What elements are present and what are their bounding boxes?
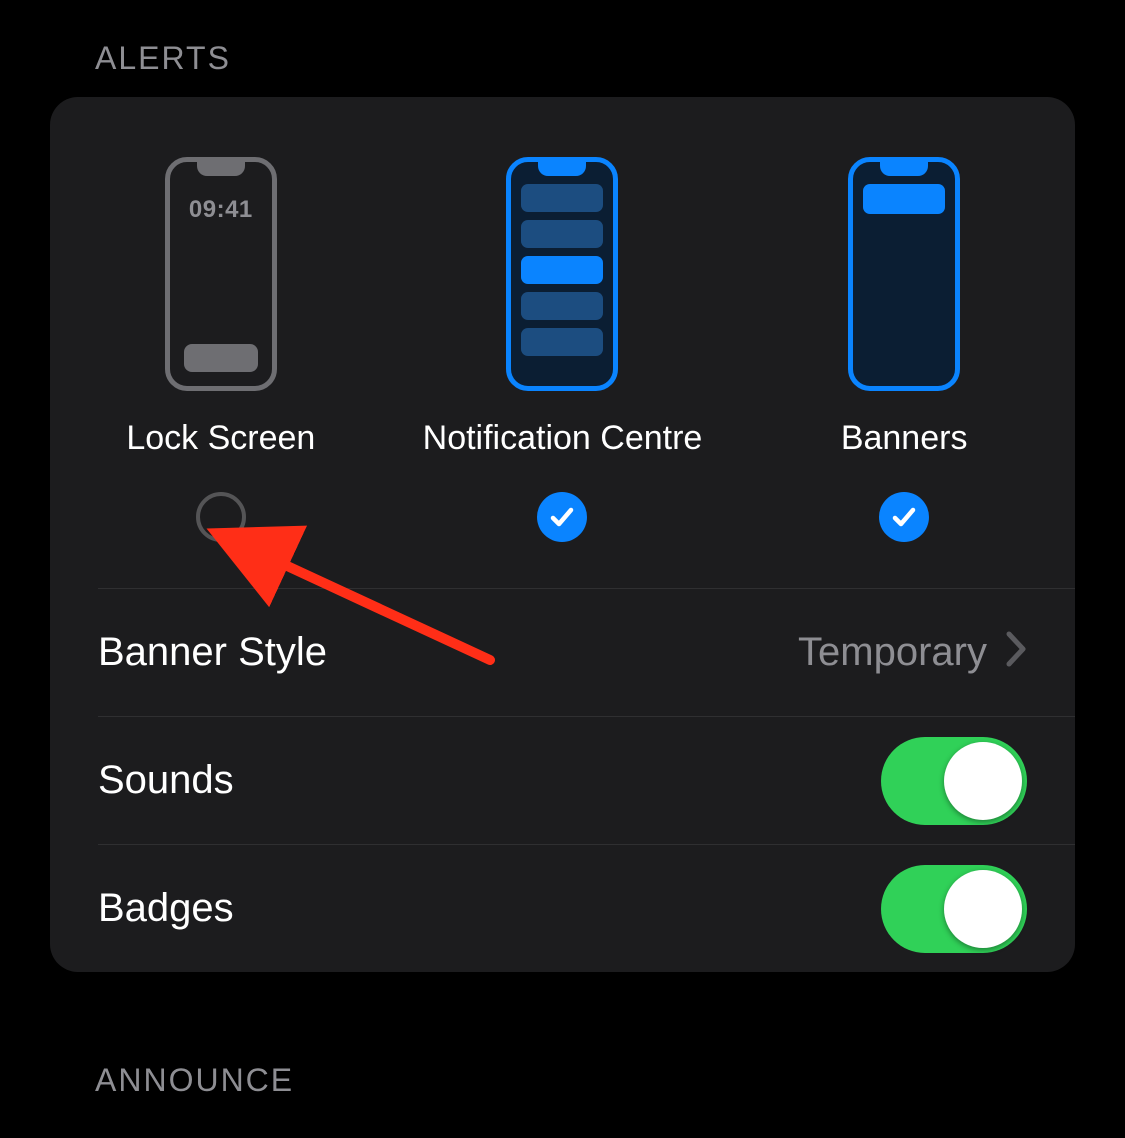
alert-option-lock-screen[interactable]: 09:41 Lock Screen [50,157,392,542]
announce-section-header: ANNOUNCE [50,972,1075,1119]
checkmark-circle-icon[interactable] [537,492,587,542]
badges-row[interactable]: Badges [98,844,1075,972]
lock-screen-time-text: 09:41 [170,196,272,224]
alert-style-selector: 09:41 Lock Screen [50,97,1075,588]
banners-phone-icon [848,157,960,391]
checkmark-circle-icon[interactable] [879,492,929,542]
notification-centre-phone-icon [506,157,618,391]
alerts-card: 09:41 Lock Screen [50,97,1075,972]
toggle-knob [944,870,1022,948]
banner-style-label: Banner Style [98,630,327,675]
banner-style-value: Temporary [798,630,987,675]
toggle-knob [944,742,1022,820]
sounds-row[interactable]: Sounds [98,716,1075,844]
alert-option-label: Banners [841,419,968,458]
alert-option-label: Lock Screen [126,419,315,458]
alerts-section-header: ALERTS [50,40,1075,97]
settings-page: ALERTS 09:41 Lock Screen [0,0,1125,1138]
banner-style-row[interactable]: Banner Style Temporary [98,588,1075,716]
chevron-right-icon [1005,630,1027,675]
banner-style-value-group: Temporary [798,630,1027,675]
badges-toggle[interactable] [881,865,1027,953]
unchecked-circle-icon[interactable] [196,492,246,542]
lock-screen-phone-icon: 09:41 [165,157,277,391]
alert-option-notification-centre[interactable]: Notification Centre [392,157,734,542]
sounds-toggle[interactable] [881,737,1027,825]
badges-label: Badges [98,886,234,931]
alert-option-banners[interactable]: Banners [733,157,1075,542]
sounds-label: Sounds [98,758,234,803]
alert-option-label: Notification Centre [423,419,703,458]
